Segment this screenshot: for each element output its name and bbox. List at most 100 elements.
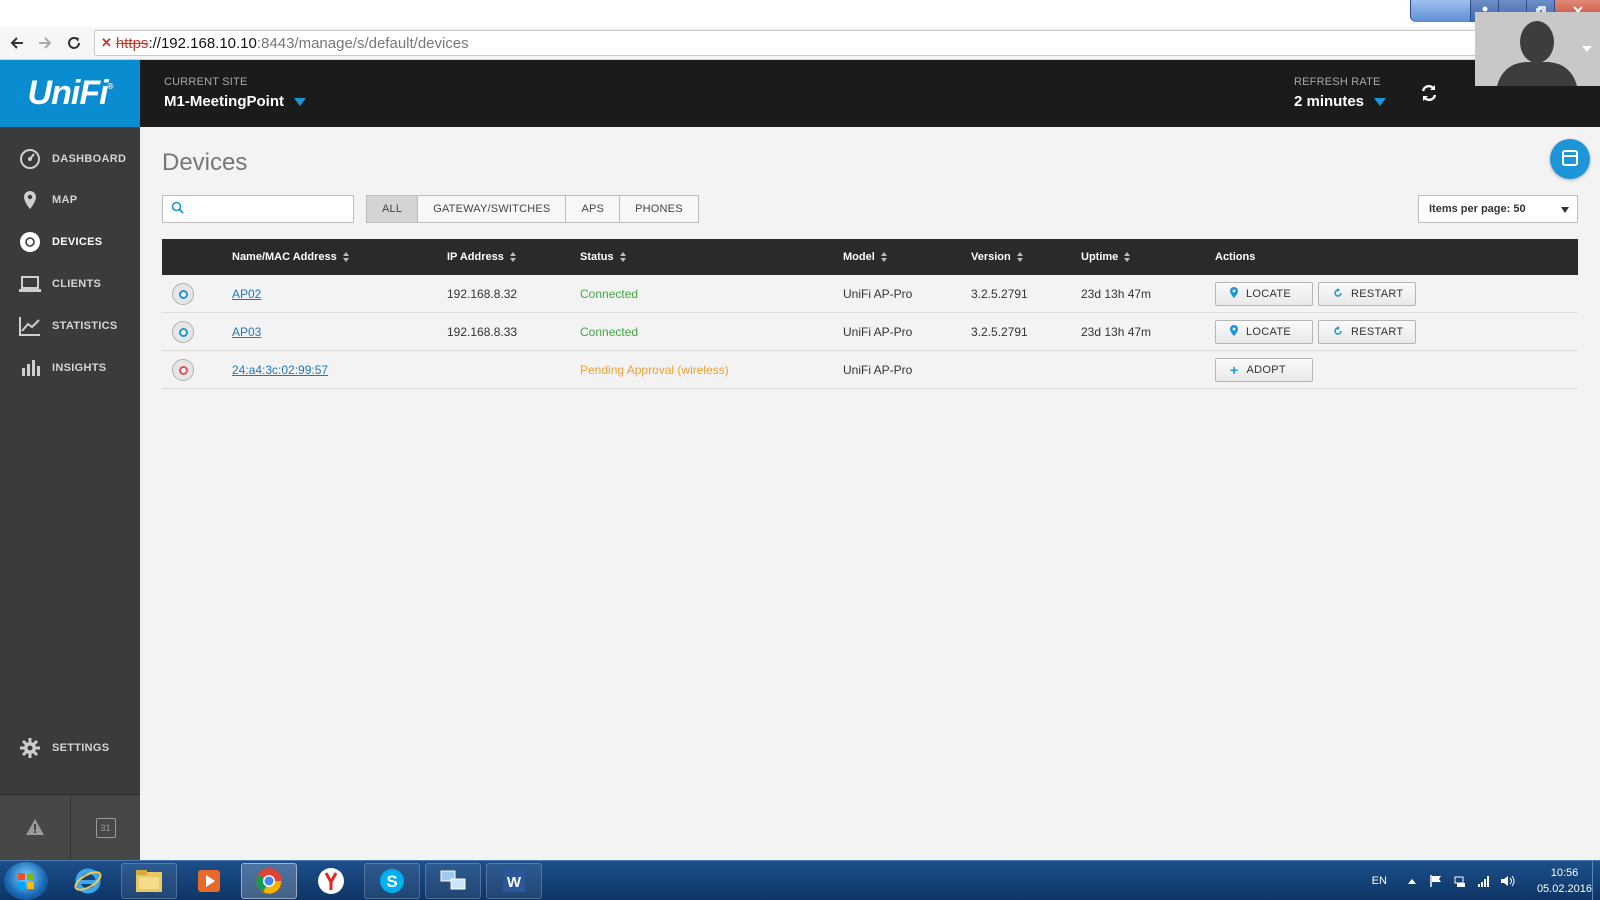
site-name: M1-MeetingPoint [164, 93, 284, 110]
windows-start-icon[interactable] [4, 862, 48, 900]
internet-explorer-icon[interactable] [60, 863, 116, 899]
sidebar-item-label: DASHBOARD [52, 153, 127, 165]
reload-icon[interactable] [63, 32, 85, 54]
table-row[interactable]: 24:a4:3c:02:99:57 Pending Approval (wire… [162, 351, 1578, 389]
device-name-link[interactable]: 24:a4:3c:02:99:57 [232, 363, 328, 377]
device-filter-group: ALL GATEWAY/SWITCHES APS PHONES [366, 195, 699, 223]
sort-icon [1124, 252, 1131, 262]
device-status: Pending Approval (wireless) [580, 363, 729, 377]
clock[interactable]: 10:56 05.02.2016 [1537, 865, 1592, 897]
device-ip: 192.168.8.32 [447, 287, 518, 301]
filter-aps-button[interactable]: APS [565, 196, 620, 222]
chrome-icon[interactable] [241, 863, 297, 899]
alerts-button[interactable] [0, 795, 70, 861]
column-header-ip[interactable]: IP Address [447, 239, 516, 275]
items-per-page-value: Items per page: 50 [1429, 203, 1526, 215]
window-panel-icon [1561, 149, 1579, 170]
column-header-uptime[interactable]: Uptime [1081, 239, 1131, 275]
url-host: ://192.168.10.10 [148, 34, 257, 52]
refresh-icon[interactable] [1416, 80, 1442, 106]
button-label: ADOPT [1246, 364, 1286, 376]
device-name-link[interactable]: AP03 [232, 325, 261, 339]
volume-icon[interactable] [1499, 872, 1517, 890]
user-avatar[interactable] [1475, 12, 1600, 86]
word-icon[interactable]: W [486, 863, 542, 899]
sidebar-item-statistics[interactable]: STATISTICS [0, 306, 140, 346]
table-row[interactable]: AP03 192.168.8.33 Connected UniFi AP-Pro… [162, 313, 1578, 351]
network-app-icon[interactable] [425, 863, 481, 899]
button-label: LOCATE [1246, 288, 1291, 300]
calendar-icon: 31 [95, 818, 116, 838]
sort-icon [509, 252, 516, 262]
action-center-flag-icon[interactable] [1427, 872, 1445, 890]
yandex-icon[interactable] [303, 863, 359, 899]
warning-icon [25, 818, 45, 839]
column-header-version[interactable]: Version [971, 239, 1023, 275]
skype-icon[interactable]: S [364, 863, 420, 899]
column-header-label: Uptime [1081, 251, 1119, 263]
clock-time: 10:56 [1550, 867, 1579, 879]
show-hidden-icons-icon[interactable] [1403, 872, 1421, 890]
sort-icon [342, 252, 349, 262]
ssl-warning-icon: ✕ [101, 35, 112, 50]
sidebar-item-map[interactable]: MAP [0, 180, 140, 220]
table-row[interactable]: AP02 192.168.8.32 Connected UniFi AP-Pro… [162, 275, 1578, 313]
restart-button[interactable]: RESTART [1318, 320, 1416, 344]
locate-button[interactable]: LOCATE [1215, 282, 1313, 306]
show-desktop-button[interactable] [1592, 861, 1600, 900]
bar-chart-icon [18, 356, 42, 380]
sidebar-item-devices[interactable]: DEVICES [0, 222, 140, 262]
floating-panel-button[interactable] [1550, 139, 1590, 179]
site-selector[interactable]: M1-MeetingPoint [164, 93, 306, 110]
device-status: Connected [580, 325, 639, 339]
locate-button[interactable]: LOCATE [1215, 320, 1313, 344]
map-pin-icon [1230, 287, 1238, 301]
adopt-button[interactable]: + ADOPT [1215, 358, 1313, 382]
back-icon[interactable] [6, 32, 28, 54]
network-icon[interactable] [1451, 872, 1469, 890]
items-per-page-select[interactable]: Items per page: 50 [1418, 195, 1578, 223]
refresh-rate-label: REFRESH RATE [1294, 76, 1381, 88]
device-name-link[interactable]: AP02 [232, 287, 261, 301]
sidebar-item-settings[interactable]: SETTINGS [0, 728, 140, 768]
search-box[interactable] [162, 195, 354, 223]
sort-icon [619, 252, 626, 262]
column-header-name[interactable]: Name/MAC Address [232, 239, 349, 275]
access-point-pending-icon [172, 359, 194, 381]
device-version: 3.2.5.2791 [971, 325, 1028, 339]
language-indicator[interactable]: EN [1372, 875, 1387, 887]
filter-gateway-switches-button[interactable]: GATEWAY/SWITCHES [417, 196, 566, 222]
restart-button[interactable]: RESTART [1318, 282, 1416, 306]
filter-phones-button[interactable]: PHONES [619, 196, 698, 222]
column-header-label: Model [843, 251, 875, 263]
sort-icon [1016, 252, 1023, 262]
column-header-status[interactable]: Status [580, 239, 626, 275]
device-model: UniFi AP-Pro [843, 325, 913, 339]
file-explorer-icon[interactable] [121, 863, 177, 899]
refresh-rate-value: 2 minutes [1294, 93, 1365, 110]
unifi-logo[interactable]: UniFi ® [0, 60, 140, 127]
sidebar-item-label: INSIGHTS [52, 362, 107, 374]
filter-all-button[interactable]: ALL [367, 196, 418, 222]
chevron-down-icon [294, 97, 306, 106]
media-player-icon[interactable] [181, 863, 237, 899]
search-icon [171, 201, 184, 217]
forward-icon[interactable] [34, 32, 56, 54]
address-bar[interactable]: ✕ https ://192.168.10.10 :8443/manage/s/… [94, 30, 1576, 56]
signal-icon[interactable] [1475, 872, 1493, 890]
sidebar-item-label: MAP [52, 194, 78, 206]
search-input[interactable] [190, 202, 340, 216]
new-tab-button[interactable] [1410, 0, 1470, 22]
sidebar-item-label: STATISTICS [52, 320, 118, 332]
sidebar-item-dashboard[interactable]: DASHBOARD [0, 139, 140, 179]
device-model: UniFi AP-Pro [843, 287, 913, 301]
clock-date: 05.02.2016 [1536, 883, 1592, 895]
column-header-model[interactable]: Model [843, 239, 887, 275]
chevron-down-icon [1374, 97, 1387, 106]
events-button[interactable]: 31 [70, 795, 140, 861]
map-pin-icon [18, 188, 42, 212]
sidebar-item-insights[interactable]: INSIGHTS [0, 348, 140, 388]
sidebar-item-clients[interactable]: CLIENTS [0, 264, 140, 304]
app-header: UniFi ® CURRENT SITE M1-MeetingPoint REFR… [0, 60, 1600, 127]
refresh-rate-selector[interactable]: 2 minutes [1294, 93, 1387, 110]
